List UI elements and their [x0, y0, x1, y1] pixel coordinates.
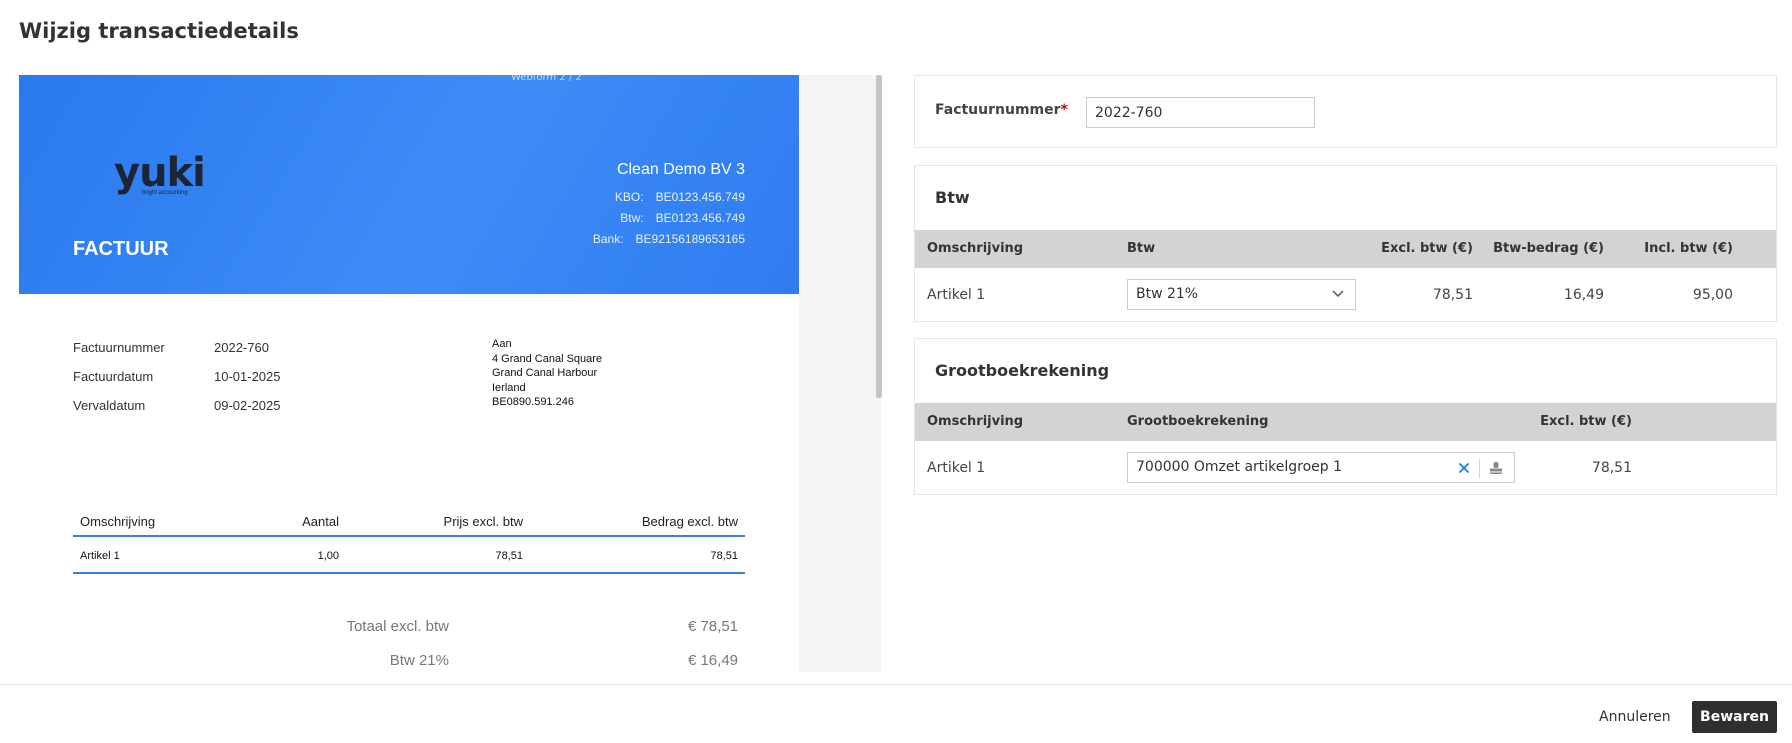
recipient-address: Aan 4 Grand Canal Square Grand Canal Har…: [492, 337, 602, 410]
save-button[interactable]: Bewaren: [1692, 701, 1777, 733]
col-header: Omschrijving: [927, 241, 1024, 256]
total-vat-label: Btw 21%: [389, 652, 449, 669]
total-vat-value: € 16,49: [687, 652, 738, 669]
col-header: Excl. btw (€): [1381, 241, 1473, 256]
address-line: Aan: [492, 338, 512, 350]
meta-value: 2022-760: [214, 340, 269, 355]
total-excl-value: € 78,51: [687, 618, 738, 635]
preview-gutter: [799, 75, 881, 672]
company-name: Clean Demo BV 3: [616, 161, 745, 178]
address-line: Grand Canal Harbour: [492, 367, 598, 379]
meta-invoice-number: Factuurnummer 2022-760: [73, 340, 269, 355]
vat-rate-select[interactable]: Btw 21%: [1127, 279, 1356, 310]
col-header: Btw-bedrag (€): [1493, 241, 1604, 256]
invoice-preview[interactable]: Webform 2 / 2 yuki bright accounting FAC…: [19, 75, 799, 672]
ledger-table-header: Omschrijving Grootboekrekening Excl. btw…: [915, 403, 1776, 441]
ledger-account-lookup[interactable]: 700000 Omzet artikelgroep 1: [1127, 452, 1515, 483]
invoice-number-label: Factuurnummer*: [935, 102, 1068, 118]
invoice-line-row: Artikel 1 1,00 78,51 78,51: [73, 537, 745, 574]
modal-title: Wijzig transactiedetails: [19, 19, 299, 43]
col-header: Omschrijving: [80, 514, 156, 529]
company-bank-label: Bank:: [592, 232, 624, 246]
meta-due-date: Vervaldatum 09-02-2025: [73, 398, 281, 413]
cell: 1,00: [317, 550, 339, 562]
cell: 78,51: [710, 550, 738, 562]
logo-word: yuki: [114, 150, 206, 196]
chevron-down-icon: [1332, 290, 1344, 298]
address-line: Ierland: [492, 381, 526, 394]
meta-label: Vervaldatum: [73, 398, 146, 413]
meta-label: Factuurdatum: [73, 369, 154, 384]
required-marker: *: [1060, 102, 1068, 118]
company-bank-value: BE92156189653165: [635, 232, 745, 246]
vat-table-header: Omschrijving Btw Excl. btw (€) Btw-bedra…: [915, 230, 1776, 268]
meta-invoice-date: Factuurdatum 10-01-2025: [73, 369, 281, 384]
preview-scrollbar[interactable]: [876, 75, 882, 398]
lookup-divider: [1479, 459, 1480, 478]
col-header: Bedrag excl. btw: [641, 514, 738, 529]
vat-row-incl: 95,00: [1692, 287, 1733, 303]
company-kbo-label: KBO:: [614, 190, 644, 204]
ledger-row-excl: 78,51: [1591, 460, 1632, 476]
invoice-lines-header: Omschrijving Aantal Prijs excl. btw Bedr…: [73, 503, 745, 537]
invoice-header: Webform 2 / 2 yuki bright accounting FAC…: [19, 75, 799, 294]
yuki-logo: yuki bright accounting: [114, 150, 206, 196]
cancel-button[interactable]: Annuleren: [1585, 701, 1685, 733]
invoice-number-label-text: Factuurnummer: [935, 102, 1061, 118]
meta-value: 10-01-2025: [214, 369, 281, 384]
company-vat-value: BE0123.456.749: [655, 211, 745, 225]
col-header: Incl. btw (€): [1644, 241, 1733, 256]
vat-row-vat-amount: 16,49: [1563, 287, 1604, 303]
ledger-account-value: 700000 Omzet artikelgroep 1: [1136, 459, 1343, 475]
cell: 78,51: [495, 550, 523, 562]
company-kbo-value: BE0123.456.749: [655, 190, 745, 204]
meta-value: 09-02-2025: [214, 398, 281, 413]
total-excl-label: Totaal excl. btw: [346, 618, 449, 635]
vat-section-title: Btw: [935, 188, 970, 207]
clear-icon[interactable]: [1456, 460, 1472, 476]
vat-row-description: Artikel 1: [927, 287, 986, 303]
vat-card: Btw Omschrijving Btw Excl. btw (€) Btw-b…: [914, 165, 1777, 322]
address-line: 4 Grand Canal Square: [492, 352, 603, 365]
col-header: Aantal: [302, 514, 339, 529]
meta-label: Factuurnummer: [73, 340, 165, 355]
company-vat: Btw: BE0123.456.749: [620, 211, 745, 225]
address-line: BE0890.591.246: [492, 396, 574, 408]
company-bank: Bank: BE92156189653165: [593, 232, 745, 246]
ledger-section-title: Grootboekrekening: [935, 361, 1110, 380]
vat-row-excl: 78,51: [1432, 287, 1473, 303]
invoice-title: FACTUUR: [73, 238, 169, 260]
col-header: Grootboekrekening: [1127, 414, 1269, 429]
vat-rate-value: Btw 21%: [1136, 286, 1199, 302]
footer-divider: [0, 684, 1792, 685]
webform-stamp: Webform 2 / 2: [511, 75, 582, 83]
stamp-icon[interactable]: [1488, 460, 1504, 476]
cell: Artikel 1: [80, 550, 120, 562]
col-header: Prijs excl. btw: [443, 514, 523, 529]
col-header: Btw: [1127, 241, 1156, 256]
invoice-number-input[interactable]: [1086, 97, 1315, 128]
invoice-lines-table: Omschrijving Aantal Prijs excl. btw Bedr…: [73, 503, 745, 574]
invoice-number-card: Factuurnummer*: [914, 75, 1777, 148]
company-vat-label: Btw:: [620, 211, 644, 225]
col-header: Excl. btw (€): [1540, 414, 1632, 429]
ledger-row-description: Artikel 1: [927, 460, 986, 476]
company-kbo: KBO: BE0123.456.749: [615, 190, 745, 204]
col-header: Omschrijving: [927, 414, 1024, 429]
ledger-card: Grootboekrekening Omschrijving Grootboek…: [914, 338, 1777, 495]
